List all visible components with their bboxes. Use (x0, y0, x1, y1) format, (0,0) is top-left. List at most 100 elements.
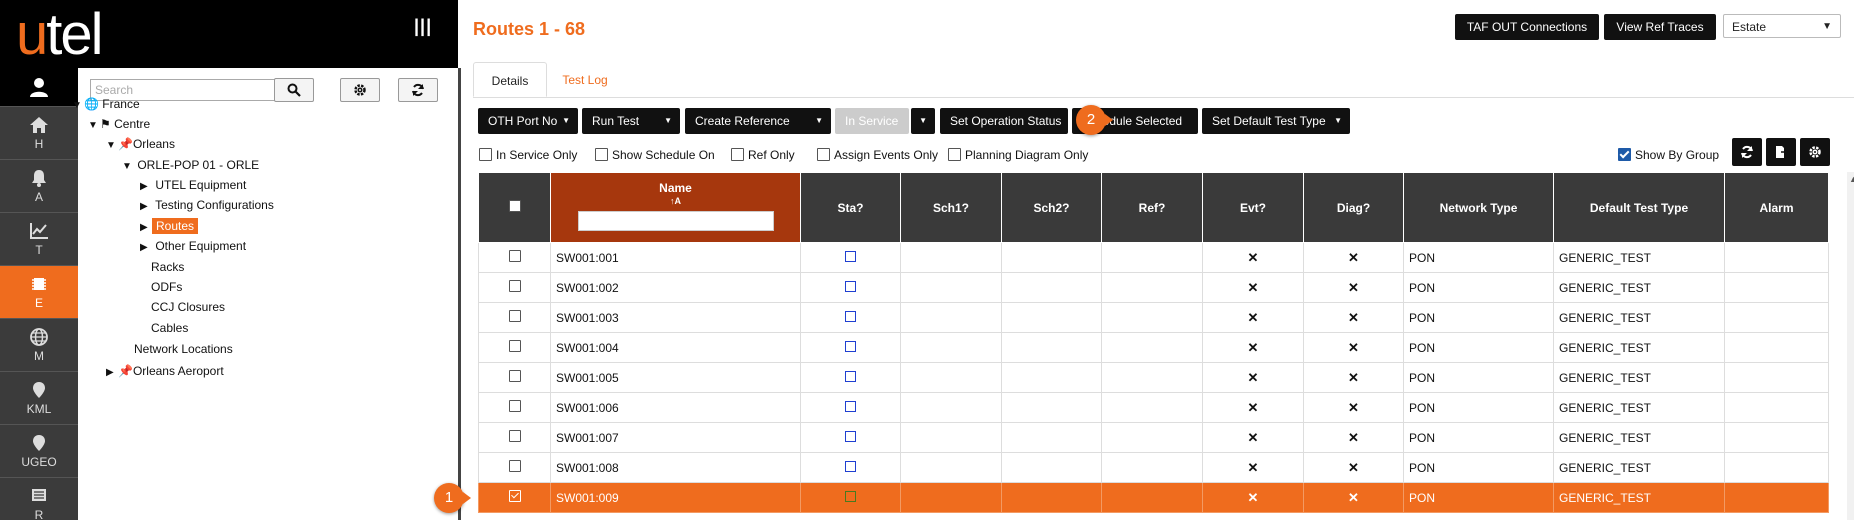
estate-select[interactable]: Estate ▼ (1723, 14, 1841, 38)
tree-node-odfs[interactable]: ODFs (151, 279, 182, 295)
report-icon (32, 489, 46, 501)
sort-icon[interactable]: ↑A (551, 195, 800, 207)
column-header-name[interactable]: Name ↑A (550, 172, 801, 243)
tree-node-orleans[interactable]: ▼ 📌Orleans (106, 136, 175, 152)
table-row[interactable]: SW001:005 ✕ ✕ PON GENERIC_TEST (478, 362, 1829, 393)
row-checkbox[interactable] (508, 370, 521, 382)
tab-test-log[interactable]: Test Log (549, 62, 621, 97)
grid-refresh-button[interactable] (1732, 138, 1762, 166)
select-all-header[interactable] (478, 172, 551, 243)
tree-node-orleans-aeroport[interactable]: ▶ 📌Orleans Aeroport (106, 363, 224, 379)
filter-show-by-group[interactable]: Show By Group (1618, 148, 1719, 162)
user-icon[interactable] (0, 68, 78, 106)
table-row[interactable]: SW001:006 ✕ ✕ PON GENERIC_TEST (478, 392, 1829, 423)
column-header-evt[interactable]: Evt? (1202, 172, 1304, 243)
table-row[interactable]: SW001:002 ✕ ✕ PON GENERIC_TEST (478, 272, 1829, 303)
nav-kml[interactable]: KML (0, 371, 78, 424)
refresh-button[interactable] (398, 78, 438, 102)
route-name: SW001:005 (550, 362, 801, 393)
row-checkbox[interactable] (508, 400, 521, 412)
row-checkbox[interactable] (508, 310, 521, 322)
filter-ref-only[interactable]: Ref Only (731, 148, 795, 162)
x-mark-icon: ✕ (1348, 489, 1359, 505)
grid-settings-button[interactable] (1800, 138, 1830, 166)
tree-node-utel-equipment[interactable]: ▶ UTEL Equipment (140, 177, 246, 193)
nav-reports[interactable]: R (0, 477, 78, 522)
search-button[interactable] (274, 78, 314, 102)
refresh-icon (1741, 145, 1753, 159)
network-type: PON (1403, 332, 1554, 363)
row-checkbox[interactable] (508, 250, 521, 262)
create-reference-button[interactable]: Create Reference ▼ (685, 108, 831, 134)
column-header-sch1[interactable]: Sch1? (900, 172, 1002, 243)
tree-node-other-equipment[interactable]: ▶ Other Equipment (140, 238, 246, 254)
set-operation-status-button[interactable]: Set Operation Status (940, 108, 1068, 134)
in-service-dropdown[interactable]: ▼ (911, 108, 935, 134)
search-icon (287, 83, 301, 97)
name-filter-input[interactable] (577, 211, 774, 231)
caret-down-icon: ▼ (664, 116, 672, 125)
column-header-sch2[interactable]: Sch2? (1001, 172, 1102, 243)
row-checkbox[interactable] (508, 430, 521, 442)
view-ref-traces-button[interactable]: View Ref Traces (1604, 14, 1716, 40)
table-row[interactable]: SW001:001 ✕ ✕ PON GENERIC_TEST (478, 242, 1829, 273)
tree-node-centre[interactable]: ▼ ⚑ Centre (88, 116, 150, 132)
taf-out-connections-button[interactable]: TAF OUT Connections (1455, 14, 1599, 40)
column-header-sta[interactable]: Sta? (800, 172, 901, 243)
column-header-network-type[interactable]: Network Type (1403, 172, 1554, 243)
tree-panel: ▼🌐 France ▼⚑ Centre ▼📌Orleans ▼ ORLE-POP… (72, 68, 461, 520)
network-type: PON (1403, 392, 1554, 423)
filter-in-service-only[interactable]: In Service Only (479, 148, 577, 162)
scroll-up-icon[interactable]: ▲ (1849, 174, 1854, 184)
row-checkbox[interactable] (508, 280, 521, 292)
nav-alarms[interactable]: A (0, 159, 78, 212)
set-default-test-type-button[interactable]: Set Default Test Type ▼ (1202, 108, 1350, 134)
column-header-alarm[interactable]: Alarm (1724, 172, 1829, 243)
export-button[interactable] (1766, 138, 1796, 166)
row-checkbox-checked[interactable] (508, 490, 521, 502)
table-row[interactable]: SW001:003 ✕ ✕ PON GENERIC_TEST (478, 302, 1829, 333)
default-test-type: GENERIC_TEST (1553, 452, 1725, 483)
tree-node-racks[interactable]: Racks (151, 259, 184, 275)
tree-node-orle-pop[interactable]: ▼ ORLE-POP 01 - ORLE (122, 157, 259, 173)
status-square-icon (845, 340, 856, 352)
gear-icon (354, 84, 366, 96)
oth-port-no-button[interactable]: OTH Port No ▼ (478, 108, 578, 134)
x-mark-icon: ✕ (1348, 309, 1359, 325)
tree-node-network-locations[interactable]: Network Locations (134, 341, 233, 357)
status-square-icon (845, 400, 856, 412)
collapse-menu-icon[interactable]: ||| (414, 16, 432, 37)
in-service-button[interactable]: In Service (835, 108, 909, 134)
nav-map[interactable]: M (0, 318, 78, 371)
tree-node-ccj-closures[interactable]: CCJ Closures (151, 299, 225, 315)
settings-button[interactable] (340, 78, 380, 102)
filter-show-schedule-on[interactable]: Show Schedule On (595, 148, 715, 162)
column-header-ref[interactable]: Ref? (1101, 172, 1203, 243)
nav-trends[interactable]: T (0, 212, 78, 265)
run-test-button[interactable]: Run Test ▼ (582, 108, 680, 134)
map-pin-icon (33, 382, 45, 398)
tree-node-testing-configurations[interactable]: ▶ Testing Configurations (140, 197, 274, 213)
route-name: SW001:008 (550, 452, 801, 483)
row-checkbox[interactable] (508, 460, 521, 472)
badge-pointer (463, 492, 471, 504)
tree-node-routes[interactable]: ▶ Routes (140, 218, 199, 234)
table-row[interactable]: SW001:004 ✕ ✕ PON GENERIC_TEST (478, 332, 1829, 363)
table-row-selected[interactable]: SW001:009 ✕ ✕ PON GENERIC_TEST (478, 482, 1829, 513)
tree-node-cables[interactable]: Cables (151, 320, 188, 336)
tree-node-france[interactable]: ▼ 🌐 France (72, 96, 140, 112)
filter-assign-events-only[interactable]: Assign Events Only (817, 148, 938, 162)
tab-details[interactable]: Details (473, 62, 547, 97)
row-checkbox[interactable] (508, 340, 521, 352)
table-row[interactable]: SW001:007 ✕ ✕ PON GENERIC_TEST (478, 422, 1829, 453)
globe-icon (30, 328, 48, 346)
column-header-diag[interactable]: Diag? (1303, 172, 1404, 243)
table-row[interactable]: SW001:008 ✕ ✕ PON GENERIC_TEST (478, 452, 1829, 483)
nav-home[interactable]: H (0, 106, 78, 159)
select-all-checkbox[interactable] (508, 200, 521, 212)
nav-ugeo[interactable]: UGEO (0, 424, 78, 477)
filter-planning-diagram-only[interactable]: Planning Diagram Only (948, 148, 1088, 162)
grid-scrollbar[interactable]: ▲ (1847, 172, 1854, 520)
nav-equipment[interactable]: E (0, 265, 78, 318)
column-header-default-test-type[interactable]: Default Test Type (1553, 172, 1725, 243)
